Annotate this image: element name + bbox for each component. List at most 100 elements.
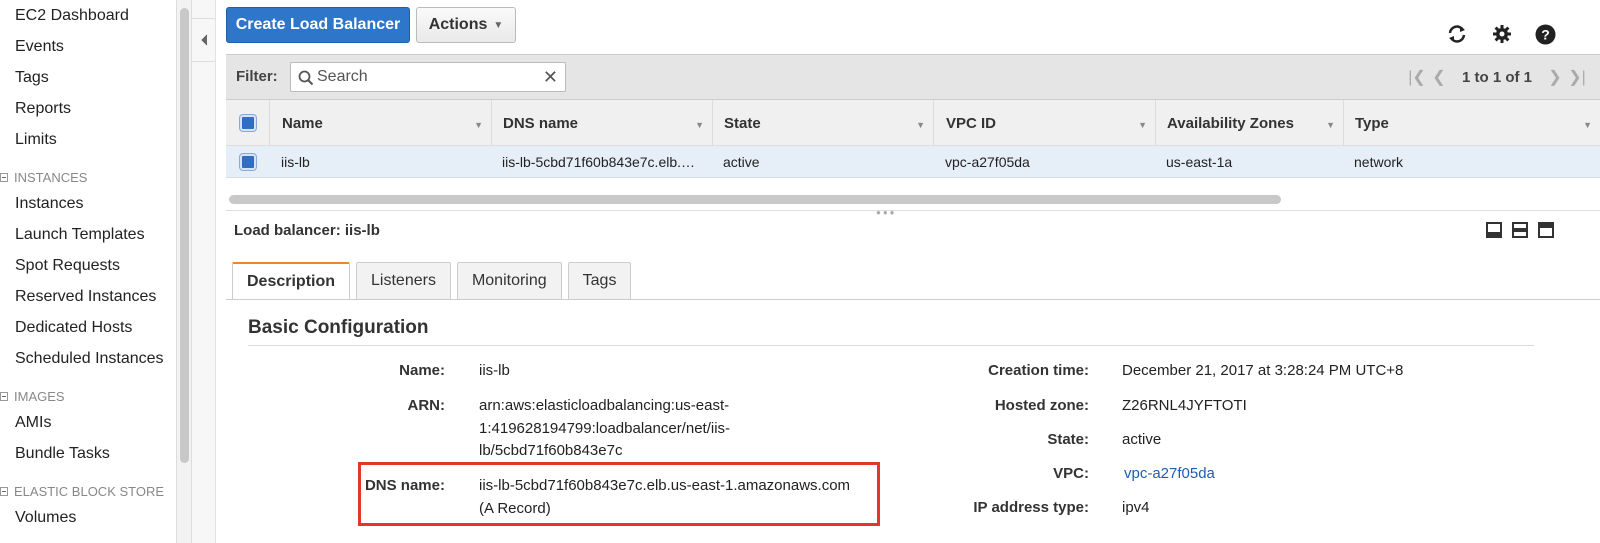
column-header-type[interactable]: Type ▼: [1344, 100, 1600, 146]
cell-state: active: [723, 154, 760, 170]
tab-listeners[interactable]: Listeners: [356, 262, 451, 299]
sidebar-collapse-bar: [192, 0, 216, 543]
tab-monitoring[interactable]: Monitoring: [456, 262, 562, 299]
collapse-sidebar-button[interactable]: [192, 18, 215, 62]
actions-label: Actions: [428, 16, 488, 33]
table-header: Name ▼ DNS name ▼ State ▼ VPC ID ▼ Availabil…: [226, 100, 1600, 146]
sort-caret-icon: ▼: [474, 120, 483, 130]
state-value: active: [1122, 431, 1162, 448]
sidebar-item-events[interactable]: Events: [15, 38, 64, 56]
sidebar-item-scheduled-instances[interactable]: Scheduled Instances: [15, 350, 164, 368]
scrollbar-thumb[interactable]: [180, 8, 189, 463]
state-label: State:: [1047, 431, 1089, 448]
detail-tabs: Description Listeners Monitoring Tags: [232, 262, 632, 300]
cell-availability-zones: us-east-1a: [1166, 154, 1233, 170]
column-header-dns-name[interactable]: DNS name ▼: [492, 100, 713, 146]
sidebar-item-ec2-dashboard[interactable]: EC2 Dashboard: [15, 7, 129, 25]
table-row[interactable]: iis-lb iis-lb-5cbd71f60b843e7c.elb.… act…: [226, 146, 1600, 178]
filter-bar: Filter: ✕ |❮ ❮ 1 to 1 of 1 ❯ ❯|: [226, 54, 1600, 100]
sidebar-item-limits[interactable]: Limits: [15, 131, 57, 149]
select-all-checkbox[interactable]: [239, 115, 256, 131]
layout-view-icons: [1486, 222, 1554, 238]
clear-search-icon[interactable]: ✕: [543, 68, 558, 86]
collapse-toggle-icon: [0, 392, 8, 402]
table-horizontal-scrollbar[interactable]: [226, 192, 1600, 208]
create-load-balancer-button[interactable]: Create Load Balancer: [226, 7, 410, 43]
first-page-icon[interactable]: |❮: [1406, 67, 1428, 87]
sidebar-item-instances[interactable]: Instances: [15, 195, 83, 213]
layout-middle-icon[interactable]: [1512, 222, 1528, 238]
ip-address-type-label: IP address type:: [973, 499, 1089, 516]
hosted-zone-label: Hosted zone:: [994, 397, 1089, 414]
cell-dns-name: iis-lb-5cbd71f60b843e7c.elb.…: [502, 154, 696, 170]
section-divider: [248, 345, 1534, 346]
column-header-vpc-id[interactable]: VPC ID ▼: [934, 100, 1156, 146]
dns-name-highlight-box: [358, 462, 880, 526]
row-checkbox-cell[interactable]: [226, 146, 270, 178]
arn-line: 1:419628194799:loadbalancer/net/iis-: [479, 419, 731, 437]
section-title: Basic Configuration: [248, 317, 429, 338]
layout-bottom-icon[interactable]: [1486, 222, 1502, 238]
panel-splitter[interactable]: ●●●: [226, 208, 1600, 217]
previous-page-icon[interactable]: ❮: [1428, 67, 1450, 87]
collapse-toggle-icon: [0, 173, 8, 183]
sidebar-item-tags[interactable]: Tags: [15, 69, 49, 87]
tabs-divider: [226, 299, 1600, 300]
gear-icon[interactable]: [1490, 22, 1514, 46]
sort-caret-icon: ▼: [695, 120, 704, 130]
help-icon[interactable]: ?: [1533, 22, 1557, 46]
sidebar-item-launch-templates[interactable]: Launch Templates: [15, 226, 145, 244]
name-value: iis-lb: [479, 362, 510, 379]
pagination-text: 1 to 1 of 1: [1461, 68, 1532, 86]
column-label: VPC ID: [946, 114, 997, 132]
scrollbar-thumb[interactable]: [229, 195, 1281, 204]
search-box[interactable]: ✕: [290, 62, 566, 92]
sidebar-item-dedicated-hosts[interactable]: Dedicated Hosts: [15, 319, 132, 337]
sidebar-scrollbar[interactable]: [176, 0, 192, 543]
column-label: Name: [282, 114, 323, 132]
sidebar-item-bundle-tasks[interactable]: Bundle Tasks: [15, 445, 110, 463]
tab-tags[interactable]: Tags: [567, 262, 632, 299]
cell-type: network: [1354, 154, 1404, 170]
column-header-availability-zones[interactable]: Availability Zones ▼: [1156, 100, 1344, 146]
collapse-toggle-icon: [0, 487, 8, 497]
sidebar-item-volumes[interactable]: Volumes: [15, 509, 76, 527]
vpc-link[interactable]: vpc-a27f05da: [1124, 465, 1215, 482]
sidebar-item-amis[interactable]: AMIs: [15, 414, 51, 432]
filter-label: Filter:: [236, 68, 278, 85]
column-header-state[interactable]: State ▼: [713, 100, 934, 146]
sidebar-nav: EC2 Dashboard Events Tags Reports Limits…: [0, 0, 176, 543]
creation-time-label: Creation time:: [988, 362, 1089, 379]
sidebar-item-reserved-instances[interactable]: Reserved Instances: [15, 288, 156, 306]
cell-name: iis-lb: [281, 154, 310, 170]
pagination: |❮ ❮ 1 to 1 of 1 ❯ ❯|: [1406, 55, 1600, 99]
sort-caret-icon: ▼: [1326, 120, 1335, 130]
select-all-checkbox-cell[interactable]: [226, 100, 270, 146]
actions-dropdown-button[interactable]: Actions ▼: [416, 7, 516, 43]
sidebar-section-images[interactable]: IMAGES: [0, 389, 65, 404]
cell-vpc-id: vpc-a27f05da: [945, 154, 1030, 170]
drag-handle-icon[interactable]: ●●●: [876, 208, 897, 217]
name-label: Name:: [399, 362, 445, 379]
sidebar-section-instances[interactable]: INSTANCES: [0, 170, 87, 185]
column-header-name[interactable]: Name ▼: [270, 100, 492, 146]
arn-value: arn:aws:elasticloadbalancing:us-east- 1:…: [479, 395, 730, 463]
arn-line: lb/5cbd71f60b843e7c: [479, 442, 623, 459]
row-checkbox[interactable]: [240, 154, 256, 170]
column-label: DNS name: [503, 114, 579, 132]
refresh-icon[interactable]: [1445, 22, 1469, 46]
last-page-icon[interactable]: ❯|: [1566, 67, 1588, 87]
detail-title: Load balancer: iis-lb: [234, 222, 380, 239]
sidebar-item-spot-requests[interactable]: Spot Requests: [15, 257, 120, 275]
sidebar-section-ebs[interactable]: ELASTIC BLOCK STORE: [0, 484, 164, 499]
ip-address-type-value: ipv4: [1122, 499, 1150, 516]
layout-top-icon[interactable]: [1538, 222, 1554, 238]
tab-description[interactable]: Description: [232, 262, 351, 300]
next-page-icon[interactable]: ❯: [1544, 67, 1566, 87]
sidebar-section-label: ELASTIC BLOCK STORE: [14, 484, 165, 499]
sidebar-item-reports[interactable]: Reports: [15, 100, 71, 118]
svg-text:?: ?: [1541, 26, 1550, 42]
sort-caret-icon: ▼: [1138, 120, 1147, 130]
search-input[interactable]: [317, 67, 537, 87]
creation-time-value: December 21, 2017 at 3:28:24 PM UTC+8: [1122, 362, 1404, 379]
